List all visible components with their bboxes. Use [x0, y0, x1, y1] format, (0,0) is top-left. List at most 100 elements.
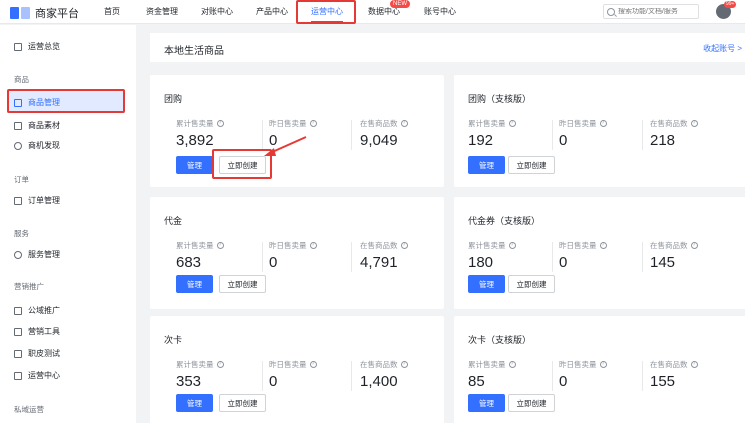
nav-home[interactable]: 首页	[104, 6, 120, 17]
tools-icon	[14, 327, 22, 336]
help-icon[interactable]: ?	[599, 361, 607, 368]
metric-onsale: 在售商品数? 1,400	[360, 359, 408, 390]
metric-yesterday-value: 0	[269, 254, 278, 271]
help-icon[interactable]: ?	[400, 242, 408, 249]
bulb-icon	[14, 141, 22, 150]
metric-total: 累计售卖量? 180	[468, 240, 516, 271]
search-input[interactable]	[618, 8, 698, 15]
sidebar: 运营总览 商品 商品管理 商品素材 商机发现 订单 订单管理 服务 服务管理 营…	[0, 25, 136, 423]
card-punchcard: 次卡 累计售卖量? 353 昨日售卖量? 0 在售商品数? 1,400 管理 立…	[150, 316, 444, 423]
nav-reconcile[interactable]: 对账中心	[201, 6, 233, 17]
divider	[351, 361, 352, 391]
card-title: 次卡（支核版）	[468, 335, 532, 345]
nav-account[interactable]: 账号中心	[424, 6, 456, 17]
card-title: 团购（支核版）	[468, 94, 532, 104]
metric-onsale-value: 4,791	[360, 254, 398, 271]
create-button[interactable]: 立即创建	[508, 394, 555, 412]
nav-data-badge: NEW	[390, 0, 410, 8]
divider	[552, 242, 553, 272]
help-icon[interactable]: ?	[216, 120, 224, 127]
manage-button[interactable]: 管理	[468, 156, 505, 174]
metric-onsale-value: 9,049	[360, 132, 398, 149]
sidebar-item-overview[interactable]: 运营总览	[14, 41, 60, 52]
manage-button[interactable]: 管理	[468, 275, 505, 293]
card-groupbuy-verify: 团购（支核版） 累计售卖量? 192 昨日售卖量? 0 在售商品数? 218 管…	[454, 75, 745, 187]
help-icon[interactable]: ?	[400, 120, 408, 127]
divider	[351, 120, 352, 150]
sidebar-item-service[interactable]: 服务管理	[14, 249, 60, 260]
metric-onsale-value: 145	[650, 254, 676, 271]
help-icon[interactable]: ?	[690, 120, 698, 127]
metric-onsale: 在售商品数? 4,791	[360, 240, 408, 271]
help-icon[interactable]: ?	[216, 361, 224, 368]
sidebar-item-marketing-tools[interactable]: 营销工具	[14, 326, 60, 337]
sidebar-item-opportunity[interactable]: 商机发现	[14, 140, 60, 151]
manage-button[interactable]: 管理	[468, 394, 505, 412]
manage-button[interactable]: 管理	[176, 275, 213, 293]
divider	[642, 120, 643, 150]
metric-onsale-value: 1,400	[360, 373, 398, 390]
create-button[interactable]: 立即创建	[508, 275, 555, 293]
list-icon	[14, 371, 22, 380]
metric-yesterday-value: 0	[559, 132, 568, 149]
divider	[642, 361, 643, 391]
help-icon[interactable]: ?	[309, 242, 317, 249]
create-button[interactable]: 立即创建	[219, 275, 266, 293]
help-icon[interactable]: ?	[508, 242, 516, 249]
metric-total-value: 85	[468, 373, 485, 390]
card-title: 次卡	[164, 335, 183, 345]
metric-total: 累计售卖量? 683	[176, 240, 224, 271]
metric-total-value: 3,892	[176, 132, 214, 149]
manage-button[interactable]: 管理	[176, 156, 213, 174]
card-title: 代金	[164, 216, 183, 226]
help-icon[interactable]: ?	[690, 361, 698, 368]
create-button[interactable]: 立即创建	[508, 156, 555, 174]
metric-total-value: 353	[176, 373, 202, 390]
help-icon[interactable]: ?	[508, 361, 516, 368]
help-icon[interactable]: ?	[216, 242, 224, 249]
metric-onsale: 在售商品数? 218	[650, 118, 698, 149]
image-icon	[14, 121, 22, 130]
metric-yesterday-value: 0	[559, 373, 568, 390]
help-icon[interactable]: ?	[599, 242, 607, 249]
help-icon[interactable]: ?	[508, 120, 516, 127]
main-header: 本地生活商品 收起账号 >	[150, 33, 745, 62]
manage-button[interactable]: 管理	[176, 394, 213, 412]
nav-products[interactable]: 产品中心	[256, 6, 288, 17]
sidebar-item-goods-material[interactable]: 商品素材	[14, 120, 60, 131]
metric-onsale: 在售商品数? 9,049	[360, 118, 408, 149]
collect-accounts-link[interactable]: 收起账号 >	[703, 43, 742, 54]
search-box[interactable]	[603, 4, 699, 19]
metric-onsale-value: 155	[650, 373, 676, 390]
search-icon	[607, 7, 615, 16]
metric-onsale: 在售商品数? 155	[650, 359, 698, 390]
help-icon[interactable]: ?	[309, 361, 317, 368]
sidebar-item-ops-center[interactable]: 运营中心	[14, 370, 60, 381]
sidebar-item-public-promo[interactable]: 公域推广	[14, 305, 60, 316]
sidebar-group-service: 服务	[14, 229, 29, 238]
sidebar-item-orders[interactable]: 订单管理	[14, 195, 60, 206]
metric-yesterday: 昨日售卖量? 0	[559, 240, 607, 271]
nav-funds[interactable]: 资金管理	[146, 6, 178, 17]
card-punchcard-verify: 次卡（支核版） 累计售卖量? 85 昨日售卖量? 0 在售商品数? 155 管理…	[454, 316, 745, 423]
nav-highlight-box	[296, 0, 356, 24]
metric-yesterday-value: 0	[269, 373, 278, 390]
sidebar-item-test[interactable]: 职皮测试	[14, 348, 60, 359]
heart-icon	[14, 250, 22, 259]
sidebar-group-private: 私域运营	[14, 405, 44, 414]
help-icon[interactable]: ?	[599, 120, 607, 127]
sidebar-highlight-box	[7, 89, 125, 113]
help-icon[interactable]: ?	[400, 361, 408, 368]
divider	[262, 242, 263, 272]
help-icon[interactable]: ?	[690, 242, 698, 249]
card-groupbuy: 团购 累计售卖量? 3,892 昨日售卖量? 0 在售商品数? 9,049 管理…	[150, 75, 444, 187]
divider	[552, 120, 553, 150]
card-voucher: 代金 累计售卖量? 683 昨日售卖量? 0 在售商品数? 4,791 管理 立…	[150, 197, 444, 309]
help-icon[interactable]: ?	[309, 120, 317, 127]
avatar-badge: 99+	[724, 1, 737, 8]
metric-yesterday: 昨日售卖量? 0	[269, 359, 317, 390]
create-button[interactable]: 立即创建	[219, 394, 266, 412]
top-nav: 商家平台 首页 资金管理 对账中心 产品中心 运营中心 数据中心 NEW 账号中…	[0, 0, 745, 24]
logo[interactable]: 商家平台	[10, 5, 79, 21]
metric-yesterday: 昨日售卖量? 0	[559, 359, 607, 390]
